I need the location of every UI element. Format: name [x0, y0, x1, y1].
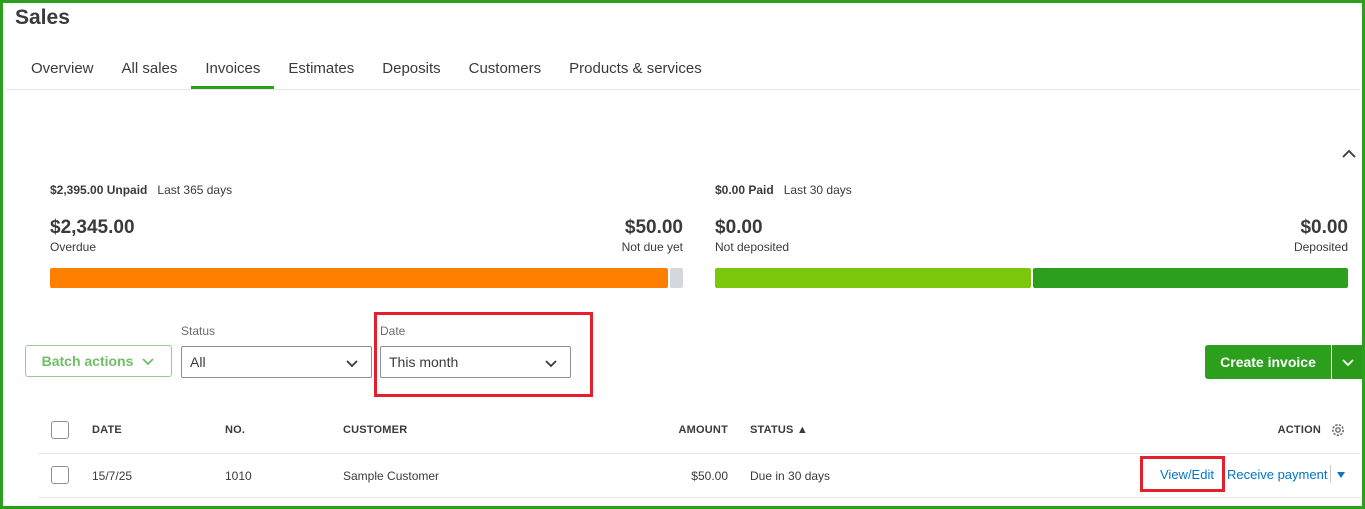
deposited-label: Deposited [1293, 240, 1348, 254]
select-all-checkbox[interactable] [51, 421, 69, 439]
not-deposited-amount[interactable]: $0.00 [715, 217, 789, 239]
row-checkbox[interactable] [51, 466, 69, 484]
paid-summary: $0.00 Paid Last 30 days $0.00 Not deposit… [715, 183, 1348, 288]
row-date: 15/7/25 [92, 469, 133, 483]
create-invoice-more-button[interactable] [1331, 345, 1362, 379]
deposited-bar-segment[interactable] [1032, 268, 1348, 288]
tab-deposits[interactable]: Deposits [368, 57, 454, 89]
deposited-amount[interactable]: $0.00 [1294, 217, 1348, 239]
overdue-bar-segment[interactable] [50, 268, 668, 288]
batch-actions-button[interactable]: Batch actions [25, 345, 172, 377]
receive-payment-link[interactable]: Receive payment [1227, 467, 1327, 482]
not-due-yet-amount[interactable]: $50.00 [622, 217, 683, 239]
row-status: Due in 30 days [750, 469, 831, 483]
paid-period: Last 30 days [783, 183, 852, 197]
gear-icon[interactable] [1330, 422, 1346, 438]
page-title: Sales [15, 6, 70, 29]
create-invoice-button-group: Create invoice [1205, 345, 1362, 379]
status-select-value: All [190, 354, 206, 370]
chevron-up-icon[interactable] [1341, 146, 1357, 162]
not-deposited-label: Not deposited [715, 240, 790, 254]
table-header-divider [38, 453, 1360, 454]
column-header-no[interactable]: NO. [225, 424, 245, 436]
unpaid-headline: $2,395.00 Unpaid [50, 183, 148, 197]
tab-products-services[interactable]: Products & services [555, 57, 716, 89]
view-edit-highlight [1140, 456, 1225, 492]
create-invoice-button[interactable]: Create invoice [1205, 345, 1331, 379]
table-row-divider [38, 497, 1360, 498]
column-header-date[interactable]: DATE [92, 424, 122, 436]
row-customer: Sample Customer [343, 469, 440, 483]
tabs-divider [6, 89, 1359, 90]
row-amount: $50.00 [691, 469, 728, 483]
not-due-yet-label: Not due yet [621, 240, 683, 254]
unpaid-progress-bar [50, 268, 683, 288]
not-deposited-bar-segment[interactable] [715, 268, 1031, 288]
tab-customers[interactable]: Customers [455, 57, 556, 89]
unpaid-period: Last 365 days [157, 183, 233, 197]
chevron-down-icon [142, 358, 155, 366]
action-separator [1330, 465, 1331, 483]
status-select[interactable]: All [181, 346, 372, 378]
tab-bar: Overview All sales Invoices Estimates De… [17, 57, 716, 91]
paid-headline: $0.00 Paid [715, 183, 774, 197]
tab-invoices[interactable]: Invoices [191, 57, 275, 89]
tab-estimates[interactable]: Estimates [274, 57, 368, 89]
paid-progress-bar [715, 268, 1348, 288]
column-header-customer[interactable]: CUSTOMER [343, 424, 407, 436]
batch-actions-label: Batch actions [41, 353, 134, 369]
column-header-status[interactable]: STATUS ▲ [750, 424, 808, 436]
date-filter-highlight [374, 312, 593, 397]
column-header-action: ACTION [1277, 424, 1321, 436]
not-due-yet-bar-segment[interactable] [669, 268, 683, 288]
tab-overview[interactable]: Overview [17, 57, 108, 89]
row-number: 1010 [225, 469, 252, 483]
unpaid-summary: $2,395.00 Unpaid Last 365 days $2,345.00 … [50, 183, 683, 288]
chevron-down-icon [1342, 359, 1354, 367]
caret-down-icon[interactable] [1336, 471, 1346, 479]
chevron-down-icon [346, 360, 358, 368]
app-frame: Sales Overview All sales Invoices Estima… [0, 0, 1365, 509]
status-filter-label: Status [181, 324, 216, 338]
overdue-label: Overdue [50, 240, 97, 254]
tab-all-sales[interactable]: All sales [108, 57, 192, 89]
overdue-amount[interactable]: $2,345.00 [50, 217, 135, 239]
column-header-amount[interactable]: AMOUNT [603, 424, 728, 436]
